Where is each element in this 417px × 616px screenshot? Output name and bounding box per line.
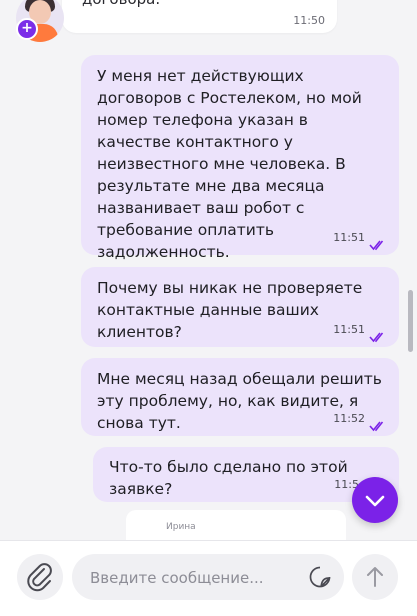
send-button[interactable] <box>352 554 398 600</box>
sticker-icon[interactable] <box>308 565 332 589</box>
outgoing-message: У меня нет действующих договоров с Росте… <box>81 55 399 261</box>
double-check-icon <box>369 240 384 251</box>
paperclip-icon <box>27 563 52 592</box>
scrollbar-thumb[interactable] <box>408 290 413 352</box>
message-preview: Ирина <box>126 510 346 540</box>
incoming-message-text: договора. <box>82 0 160 8</box>
outgoing-message: Мне месяц назад обещали решить эту пробл… <box>81 358 399 436</box>
avatar-plus-icon[interactable]: + <box>16 18 38 40</box>
preview-sender-name: Ирина <box>166 522 196 532</box>
chevron-down-icon <box>365 495 385 507</box>
message-input[interactable] <box>88 554 302 602</box>
message-time: 11:51 <box>333 231 365 244</box>
attach-button[interactable] <box>17 554 63 600</box>
double-check-icon <box>369 332 384 343</box>
chat-area: договора. 11:50 + У меня нет действующих… <box>0 0 417 540</box>
message-time: 11:52 <box>333 412 365 425</box>
incoming-message-time: 11:50 <box>293 14 325 27</box>
double-check-icon <box>369 421 384 432</box>
scroll-down-button[interactable] <box>352 477 398 523</box>
message-composer <box>0 540 417 616</box>
outgoing-message: Почему вы никак не проверяете контактные… <box>81 267 399 347</box>
incoming-message: договора. 11:50 <box>62 0 337 33</box>
message-input-wrapper[interactable] <box>72 554 344 602</box>
message-time: 11:51 <box>333 323 365 336</box>
arrow-up-icon <box>367 567 383 587</box>
